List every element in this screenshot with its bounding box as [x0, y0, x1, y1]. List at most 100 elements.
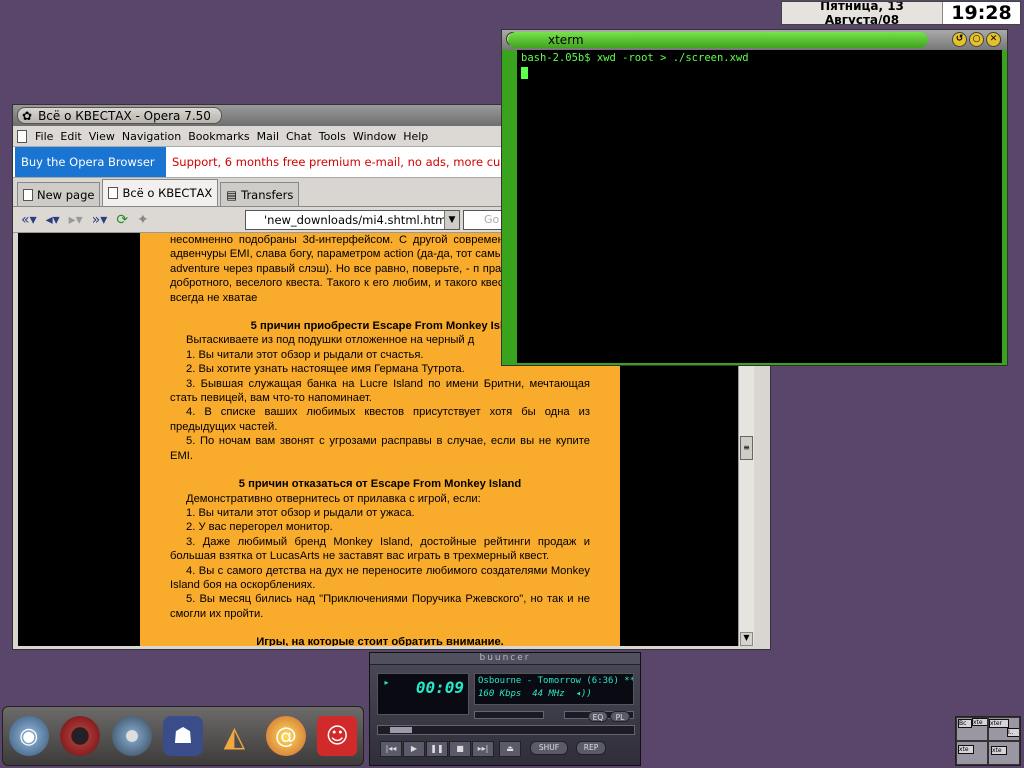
- clock-time: 19:28: [942, 2, 1020, 24]
- menu-file[interactable]: File: [35, 130, 53, 143]
- tab-label: Transfers: [241, 187, 294, 202]
- wand-icon[interactable]: ✦: [137, 212, 149, 228]
- media-player[interactable]: buuncer ▸ 00:09 Osbourne - Tomorrow (6:3…: [369, 652, 641, 766]
- menu-chat[interactable]: Chat: [286, 130, 312, 143]
- workspace-1[interactable]: Bc xte: [956, 717, 988, 741]
- eq-button[interactable]: EQ: [588, 711, 608, 722]
- promo-link[interactable]: Support, 6 months free premium e-mail, n…: [172, 155, 532, 169]
- volume-slider[interactable]: [474, 711, 544, 719]
- repeat-button[interactable]: REP: [576, 741, 606, 755]
- para: 5. Вы месяц бились над "Приключениями По…: [170, 593, 590, 620]
- scroll-down-icon[interactable]: ▼: [740, 632, 753, 646]
- para: 3. Даже любимый бренд Monkey Island, дос…: [170, 535, 590, 563]
- dock: ◉ ☗ ◭ @ ☺: [2, 706, 364, 766]
- search-field[interactable]: Go: [463, 210, 503, 230]
- buy-opera-button[interactable]: Buy the Opera Browser: [15, 147, 166, 177]
- app-icon[interactable]: ☺: [317, 716, 358, 756]
- menu-tools[interactable]: Tools: [319, 130, 346, 143]
- rewind-icon[interactable]: «▾: [21, 212, 37, 228]
- section-heading: 5 причин отказаться от Escape From Monke…: [238, 478, 522, 491]
- scroll-thumb[interactable]: ≡: [740, 436, 753, 460]
- disc-icon[interactable]: [111, 716, 152, 756]
- workspace-3[interactable]: xte: [956, 741, 988, 765]
- ring-icon[interactable]: [60, 716, 101, 756]
- address-dropdown-icon[interactable]: ▼: [444, 211, 459, 229]
- clock-date: Пятница, 13 Августа/08: [820, 1, 904, 25]
- workspace-pager[interactable]: Bc xte xter I.. xte xte: [955, 716, 1021, 766]
- menu-bookmarks[interactable]: Bookmarks: [188, 130, 249, 143]
- menu-edit[interactable]: Edit: [60, 130, 81, 143]
- frequency: 44 MHz: [532, 689, 565, 699]
- page-icon: [17, 129, 27, 143]
- reload-icon[interactable]: ⟳: [116, 212, 128, 228]
- shade-icon[interactable]: ↺: [952, 32, 967, 47]
- menu-navigation[interactable]: Navigation: [122, 130, 181, 143]
- tab-transfers[interactable]: ▤ Transfers: [220, 182, 300, 206]
- next-icon[interactable]: ▸▸|: [472, 741, 494, 757]
- menu-window[interactable]: Window: [353, 130, 396, 143]
- workspace-2[interactable]: xter I..: [988, 717, 1020, 741]
- terminal-line: bash-2.05b$ xwd -root > ./screen.xwd: [521, 52, 749, 64]
- mini-window: Bc: [958, 719, 972, 728]
- menu-help[interactable]: Help: [403, 130, 428, 143]
- bitrate: 160 Kbps: [478, 689, 522, 699]
- transfers-icon: ▤: [226, 187, 238, 202]
- transport-controls: |◂◂ ▶ ❚❚ ■ ▸▸| ⏏: [380, 741, 521, 757]
- xterm-window[interactable]: xterm ↺ ○ ✕ bash-2.05b$ xwd -root > ./sc…: [501, 29, 1008, 366]
- opera-title-pill[interactable]: ✿ Всё о КВЕСТАХ - Opera 7.50: [17, 107, 222, 124]
- para: 1. Вы читали этот обзор и рыдали от ужас…: [186, 506, 415, 519]
- tab-label: Всё о КВЕСТАХ: [122, 186, 213, 200]
- menu-mail[interactable]: Mail: [257, 130, 279, 143]
- tab-new-page[interactable]: New page: [17, 182, 101, 206]
- pizza-icon[interactable]: ◭: [214, 716, 254, 756]
- shuffle-button[interactable]: SHUF: [530, 741, 568, 755]
- page-icon: [23, 188, 33, 201]
- section-heading: Игры, на которые стоит обратить внимание…: [256, 636, 504, 646]
- para: 4. В списке ваших любимых квестов присут…: [170, 406, 590, 433]
- para: 4. Вы с самого детства на дух не перенос…: [170, 564, 590, 591]
- forward-icon[interactable]: ▸▾: [69, 212, 83, 228]
- close-icon[interactable]: ✕: [986, 32, 1001, 47]
- snail-icon[interactable]: @: [265, 716, 306, 756]
- elapsed-time: 00:09: [415, 678, 464, 697]
- terminal-area[interactable]: bash-2.05b$ xwd -root > ./screen.xwd: [502, 50, 1007, 365]
- back-icon[interactable]: ◂▾: [46, 212, 60, 228]
- workspace-4[interactable]: xte: [988, 741, 1020, 765]
- xterm-title-pill[interactable]: xterm: [508, 32, 928, 48]
- window-title: xterm: [548, 33, 584, 47]
- mini-window: xte: [991, 746, 1007, 755]
- tab-label: New page: [37, 187, 95, 202]
- xterm-titlebar[interactable]: xterm ↺ ○ ✕: [502, 30, 1007, 50]
- time-display: ▸ 00:09: [377, 673, 469, 715]
- para: Демонстративно отвернитесь от прилавка с…: [186, 492, 481, 505]
- eject-icon[interactable]: ⏏: [499, 741, 521, 757]
- fast-forward-icon[interactable]: »▾: [92, 212, 108, 228]
- stop-icon[interactable]: ■: [449, 741, 471, 757]
- maximize-icon[interactable]: ○: [969, 32, 984, 47]
- window-title: Всё о КВЕСТАХ - Opera 7.50: [38, 108, 211, 123]
- track-title: Osbourne - Tomorrow (6:36) *** 234: [478, 676, 633, 686]
- track-info: Osbourne - Tomorrow (6:36) *** 234 160 K…: [474, 673, 634, 705]
- clock-panel: Пятница, 13 Августа/08 19:28: [781, 1, 1021, 25]
- playlist-button[interactable]: PL: [610, 711, 630, 722]
- menu-view[interactable]: View: [89, 130, 115, 143]
- window-menu-icon[interactable]: ✿: [22, 109, 32, 123]
- search-placeholder: Go: [484, 213, 500, 226]
- seek-bar[interactable]: [377, 725, 635, 735]
- tab-kvesty[interactable]: Всё о КВЕСТАХ: [102, 179, 219, 206]
- player-titlebar[interactable]: buuncer: [370, 653, 640, 665]
- address-value: 'new_downloads/mi4.shtml.html: [264, 213, 450, 227]
- para: 3. Бывшая служащая банка на Lucre Island…: [170, 377, 590, 405]
- globe-icon[interactable]: ◉: [8, 716, 49, 756]
- play-icon[interactable]: ▶: [403, 741, 425, 757]
- mini-window: I..: [1007, 728, 1019, 737]
- seek-knob[interactable]: [390, 727, 412, 733]
- page-icon: [108, 187, 119, 199]
- prev-icon[interactable]: |◂◂: [380, 741, 402, 757]
- robot-icon[interactable]: ☗: [162, 716, 203, 756]
- mini-window: xte: [972, 718, 987, 726]
- pause-icon[interactable]: ❚❚: [426, 741, 448, 757]
- address-field[interactable]: 'new_downloads/mi4.shtml.html ▼: [245, 210, 460, 230]
- para: 5. По ночам вам звонят с угрозами распра…: [170, 435, 590, 462]
- speaker-icon: ◂)): [575, 689, 592, 699]
